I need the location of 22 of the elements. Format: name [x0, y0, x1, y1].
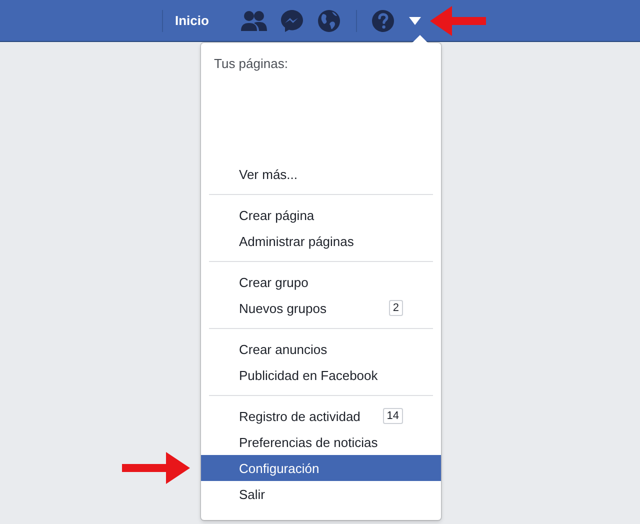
menu-item[interactable]: Crear grupo [201, 269, 441, 295]
menu-item[interactable]: Crear anuncios [201, 336, 441, 362]
home-link[interactable]: Inicio [175, 13, 209, 28]
menu-heading: Tus páginas: [213, 55, 289, 73]
menu-item[interactable]: Ver más... [201, 161, 441, 187]
menu-item[interactable]: Crear página [201, 202, 441, 228]
count-badge: 2 [388, 300, 403, 316]
menu-item[interactable]: Salir [201, 481, 441, 507]
friends-icon[interactable] [240, 10, 267, 32]
arrow-icon [430, 6, 486, 36]
menu-item[interactable]: Registro de actividad 14 [201, 403, 441, 429]
arrow-icon [122, 452, 190, 484]
globe-icon[interactable] [316, 8, 341, 32]
help-icon[interactable] [370, 8, 395, 32]
menu-item[interactable]: Publicidad en Facebook [201, 362, 441, 388]
count-badge: 14 [382, 408, 403, 424]
menu-item[interactable]: Configuración [201, 455, 441, 481]
caret-icon[interactable] [408, 16, 421, 24]
menu-item[interactable]: Nuevos grupos 2 [201, 295, 441, 321]
menu-item[interactable]: Administrar páginas [201, 228, 441, 254]
messenger-icon[interactable] [280, 8, 304, 32]
menu-item[interactable]: Preferencias de noticias [201, 429, 441, 455]
